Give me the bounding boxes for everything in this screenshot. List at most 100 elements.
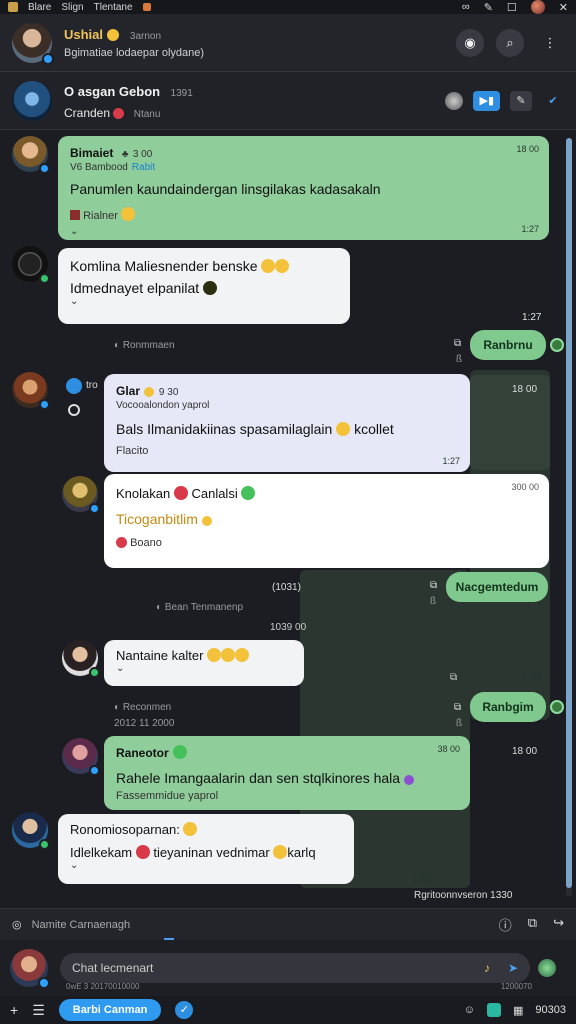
typing-icon: ◎ xyxy=(12,919,22,931)
message-time: 38 00 xyxy=(437,744,460,754)
grid-icon[interactable]: ▦ xyxy=(513,1004,523,1017)
expand-icon[interactable]: ⌄ xyxy=(70,860,342,871)
sender-avatar[interactable] xyxy=(62,640,100,678)
message-text: karlq xyxy=(287,845,316,860)
status-item-2: Slign xyxy=(61,1,84,13)
message-text: Idlelkekam xyxy=(70,845,133,860)
message-note: Flacito xyxy=(116,445,149,457)
my-avatar[interactable] xyxy=(10,949,50,989)
pill-indicator-icon xyxy=(550,338,564,352)
profile-avatar[interactable] xyxy=(530,0,545,14)
sender-handle: Bambood xyxy=(85,162,128,173)
gallery-icon[interactable] xyxy=(487,1003,501,1017)
menu-icon[interactable]: ☰ xyxy=(32,1002,45,1019)
plus-icon[interactable]: + xyxy=(10,1002,18,1018)
verified-badge-icon xyxy=(38,977,50,989)
message-time: 18 00 xyxy=(516,144,539,154)
verified-icon[interactable]: ✓ xyxy=(175,1001,194,1019)
counter-text: 90303 xyxy=(535,1004,566,1016)
send-icon[interactable]: ➤ xyxy=(508,961,518,975)
message-bubble[interactable]: Bimaiet ♣ 3 00 V6 Bambood Rabit Panumlen … xyxy=(58,136,549,240)
sticker-icon[interactable] xyxy=(538,959,556,977)
expand-icon[interactable]: ⌄ xyxy=(70,226,537,237)
channel-title: O asgan Gebon xyxy=(64,83,161,99)
member-avatar[interactable] xyxy=(445,91,464,110)
reply-icon[interactable]: ⧉ xyxy=(454,338,461,349)
video-call-icon[interactable]: ▶▮ xyxy=(473,90,500,111)
message-time: 1:27 xyxy=(522,312,542,323)
expand-icon[interactable]: ⌄ xyxy=(116,663,292,674)
message-note: Fassemmidue yaprol xyxy=(116,790,219,802)
pin-icon[interactable]: ✔ xyxy=(542,91,564,111)
chat-area[interactable]: Bimaiet ♣ 3 00 V6 Bambood Rabit Panumlen … xyxy=(0,130,576,908)
message-bubble[interactable]: Komlina Maliesnender benske Idmednayet e… xyxy=(58,248,350,324)
search-button[interactable]: ⌕ xyxy=(496,28,524,57)
sender-avatar[interactable] xyxy=(12,372,50,410)
infinity-icon[interactable]: ∞ xyxy=(462,1,470,13)
window-icon[interactable]: ☐ xyxy=(507,1,517,14)
message-text: Ronomiosoparnan: xyxy=(70,822,180,837)
system-icon: ◐ xyxy=(114,702,123,713)
expand-icon[interactable]: ⌄ xyxy=(70,296,338,307)
search-icon: ⌕ xyxy=(506,34,514,50)
status-pill[interactable]: Ranbrnu xyxy=(470,330,546,360)
microphone-icon[interactable]: ♪ xyxy=(484,961,490,975)
message-time: 1:27 xyxy=(522,672,542,683)
more-icon: ⋮ xyxy=(543,34,557,50)
side-handle: tro xyxy=(86,380,98,391)
channel-avatar[interactable] xyxy=(12,80,52,121)
send-button[interactable]: Barbi Canman xyxy=(58,999,162,1021)
check-emoji-icon xyxy=(173,745,188,759)
message-bubble[interactable]: Ronomiosoparnan: Idlelkekam tieyaninan v… xyxy=(58,814,354,884)
channel-row[interactable]: O asgan Gebon 1391 Cranden Ntanu ▶▮ ✎ ✔ xyxy=(0,72,576,130)
edit-icon[interactable]: ✎ xyxy=(484,1,493,14)
more-button[interactable]: ⋮ xyxy=(536,29,564,57)
chat-bubble-button[interactable]: ◉ xyxy=(456,28,484,57)
message-input[interactable]: Chat lecmenart ♪ ➤ xyxy=(60,953,530,983)
attach-icon[interactable]: ⧉ xyxy=(528,915,537,934)
status-pill[interactable]: Ranbgim xyxy=(470,692,546,722)
message-bubble[interactable]: Glar 9 30 Vocooalondon yaprol Bals Ilman… xyxy=(104,374,470,472)
reaction-icon[interactable] xyxy=(66,378,82,394)
smile-emoji-icon xyxy=(273,845,288,859)
message-bubble[interactable]: Raneotor Rahele Imangaalarin dan sen stq… xyxy=(104,736,470,810)
sender-handle: Vocooalondon yaprol xyxy=(116,400,210,411)
message-bubble[interactable]: Nantaine kalter ⌄ xyxy=(104,640,304,686)
scrollbar-thumb[interactable] xyxy=(566,138,572,888)
sender-name[interactable]: Bimaiet xyxy=(70,146,113,160)
sender-avatar[interactable] xyxy=(12,812,50,850)
reply-icon[interactable]: ⧉ xyxy=(454,702,461,713)
banana-emoji-icon xyxy=(201,516,212,526)
sender-avatar[interactable] xyxy=(62,738,100,776)
sender-avatar[interactable] xyxy=(12,136,50,174)
contact-avatar[interactable] xyxy=(12,22,54,65)
message-time: 300 00 xyxy=(511,482,539,492)
reply-icon[interactable]: ⧉ xyxy=(430,580,437,591)
sender-link[interactable]: Rabit xyxy=(132,162,155,173)
sender-name[interactable]: Glar xyxy=(116,384,140,398)
system-time: 1039 00 xyxy=(270,622,307,633)
close-icon[interactable]: ✕ xyxy=(559,1,568,14)
verified-badge-icon xyxy=(42,52,54,65)
message-bubble[interactable]: Knolakan Canlalsi Ticoganbitlim Boano 30… xyxy=(104,474,549,568)
read-receipt-icon: ß xyxy=(456,354,463,365)
message-note: Boano xyxy=(130,537,162,549)
status-pill[interactable]: Nacgemtedum xyxy=(446,572,548,602)
sender-avatar[interactable] xyxy=(62,476,100,514)
info-icon[interactable]: ⓘ xyxy=(499,915,512,934)
verified-badge-icon xyxy=(89,765,100,776)
contact-status: 3arnon xyxy=(129,31,162,43)
status-bar: Blare Slign Tlentane ∞ ✎ ☐ ✕ xyxy=(0,0,576,14)
forward-icon[interactable]: ↪ xyxy=(553,915,564,934)
message-time: 1:27 xyxy=(412,874,432,885)
pen-icon[interactable]: ✎ xyxy=(510,90,532,111)
heart-emoji-icon xyxy=(116,537,127,548)
contact-name[interactable]: Ushial xyxy=(64,27,103,42)
message-time: 18 00 xyxy=(512,746,538,757)
smile-emoji-icon xyxy=(144,387,155,397)
sender-avatar[interactable] xyxy=(12,246,50,284)
online-badge-icon xyxy=(39,273,50,284)
sender-name[interactable]: Raneotor xyxy=(116,746,169,760)
emoji-icon[interactable]: ☺ xyxy=(464,1004,475,1016)
status-item-3: Tlentane xyxy=(93,1,133,13)
